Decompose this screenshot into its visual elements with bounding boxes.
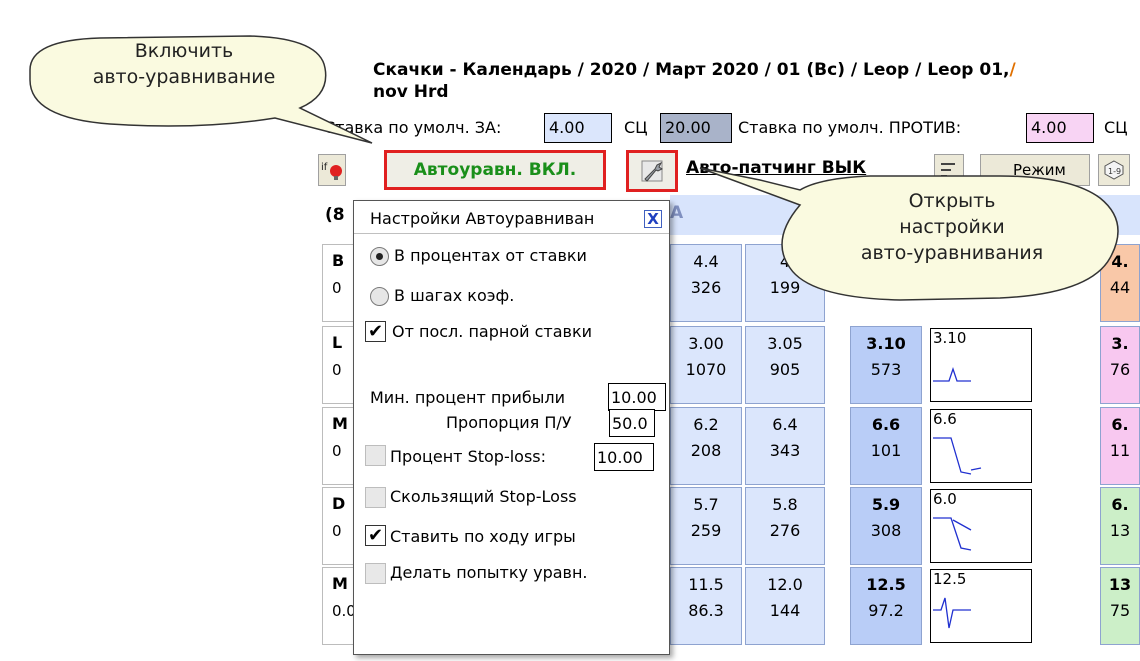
callout-bubbles [29,35,1119,301]
callout-autobalance: Включить авто-уравнивание [92,40,276,88]
callout-settings: Открыть настройки авто-уравнивания [860,190,1044,264]
